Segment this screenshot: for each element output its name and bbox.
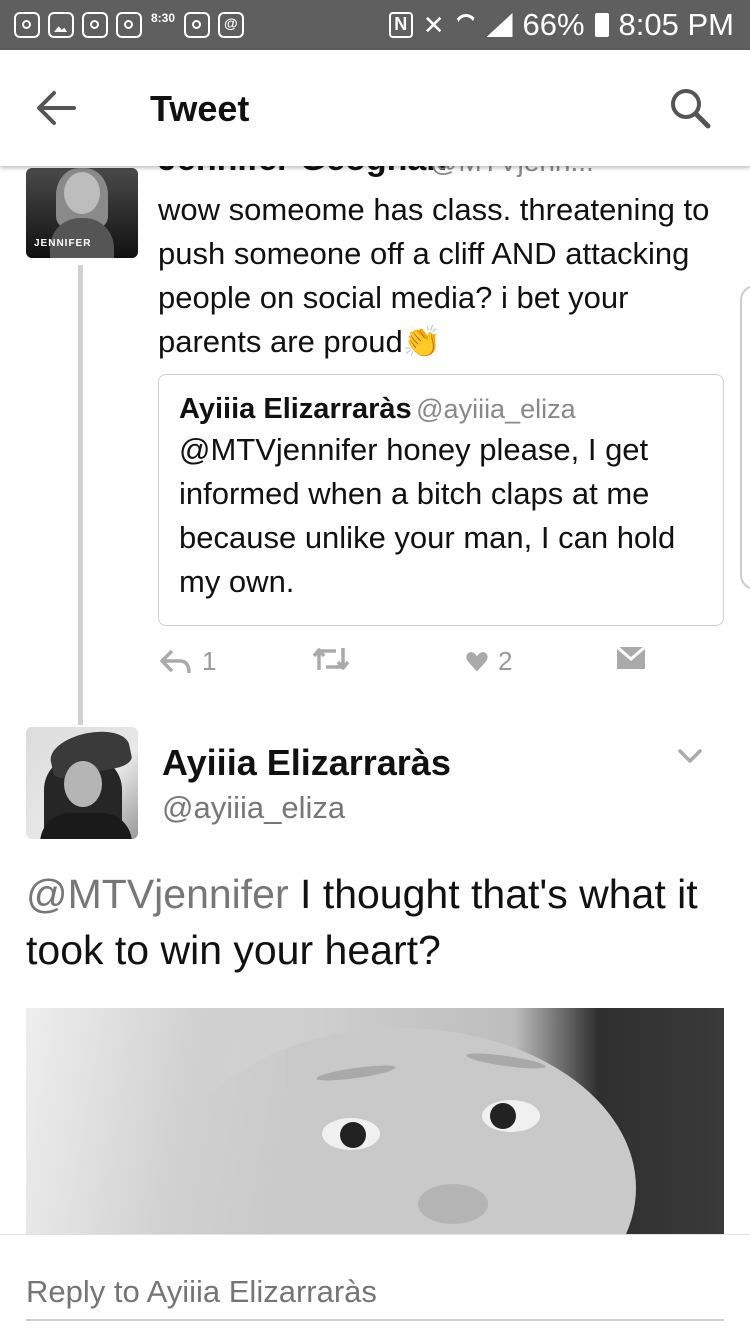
system-icons: N ✕ 66% 8:05 PM <box>388 6 734 44</box>
battery-icon <box>594 13 609 37</box>
instagram-icon <box>184 12 210 38</box>
mute-icon: ✕ <box>422 9 445 40</box>
gallery-icon <box>48 12 74 38</box>
heart-icon <box>466 652 488 672</box>
signal-icon <box>486 13 513 37</box>
tweet-actions: 1 2 <box>160 646 660 686</box>
reply-button[interactable]: 1 <box>160 646 216 677</box>
status-time: 8:05 PM <box>618 7 734 42</box>
wifi-icon <box>455 14 477 36</box>
scroll-indicator <box>740 285 750 590</box>
mention-link[interactable]: @MTVjennifer <box>26 871 289 917</box>
reply-composer <box>0 1234 750 1334</box>
quoted-author-name: Ayiiia Elizarraràs <box>179 393 412 425</box>
direct-message-button[interactable] <box>616 646 646 670</box>
reply-count: 1 <box>202 646 217 676</box>
like-button[interactable]: 2 <box>466 646 512 677</box>
page-title: Tweet <box>150 88 250 129</box>
instagram-icon <box>14 12 40 38</box>
main-tweet-text: @MTVjennifer I thought that's what it to… <box>26 866 726 978</box>
reply-icon <box>160 649 191 673</box>
avatar[interactable]: JENNIFER <box>26 168 138 258</box>
main-author-name[interactable]: Ayiiia Elizarraràs <box>162 742 451 784</box>
instagram-icon <box>116 12 142 38</box>
reply-tweet-text: wow someome has class. threatening to pu… <box>158 188 728 364</box>
avatar[interactable] <box>26 727 138 839</box>
quoted-tweet-text: @MTVjennifer honey please, I get informe… <box>179 432 676 599</box>
retweet-icon <box>312 648 350 670</box>
quoted-tweet[interactable]: Ayiiia Elizarraràs @ayiiia_eliza @MTVjen… <box>158 374 724 626</box>
avatar-label: JENNIFER <box>34 238 92 249</box>
clapping-hands-icon: 👏 <box>402 324 442 359</box>
clock-icon: 8:30 <box>150 11 176 25</box>
thread-connector <box>78 265 83 725</box>
arrow-left-icon[interactable] <box>36 90 76 126</box>
app-header: Tweet <box>0 50 750 166</box>
nfc-icon: N <box>388 12 413 38</box>
notification-icons: 8:30 <box>14 10 244 40</box>
retweet-button[interactable] <box>312 646 350 672</box>
like-count: 2 <box>498 646 513 676</box>
reply-input[interactable] <box>26 1265 724 1321</box>
quoted-author-handle: @ayiiia_eliza <box>416 394 576 424</box>
message-icon <box>218 12 244 38</box>
tweet-media-image[interactable] <box>26 1008 724 1234</box>
status-bar: 8:30 N ✕ 66% 8:05 PM <box>0 0 750 50</box>
chevron-down-icon[interactable] <box>676 746 704 766</box>
envelope-icon <box>616 646 646 669</box>
battery-percent: 66% <box>522 7 585 42</box>
main-author-handle[interactable]: @ayiiia_eliza <box>162 790 345 826</box>
search-icon[interactable] <box>668 86 712 130</box>
instagram-icon <box>82 12 108 38</box>
